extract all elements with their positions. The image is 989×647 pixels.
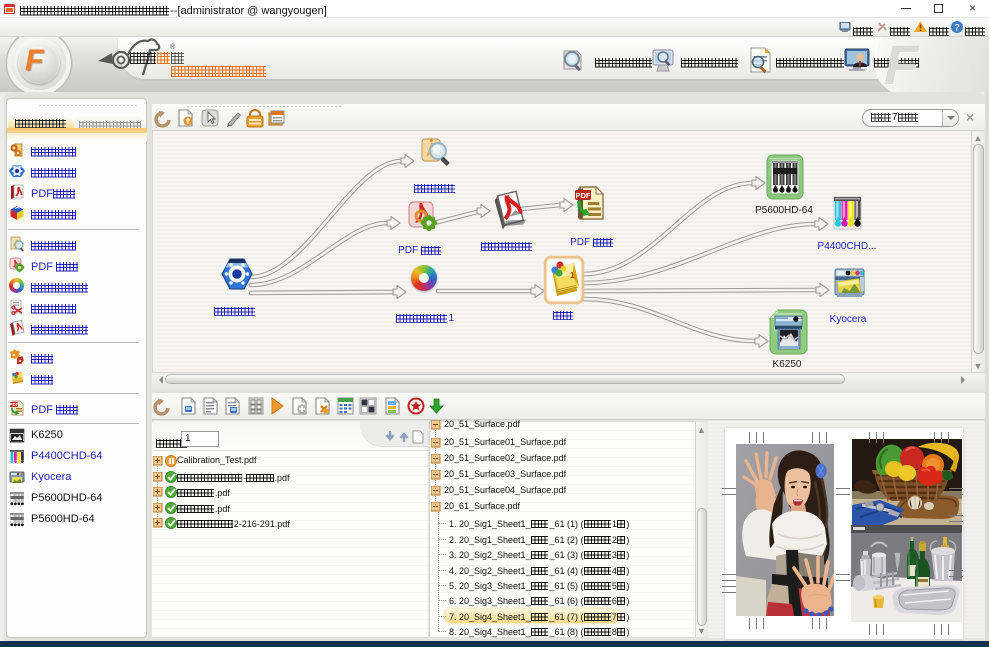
- svg-text:?: ?: [954, 23, 960, 33]
- svg-text:PDF: PDF: [576, 191, 591, 200]
- svg-text:1: 1: [570, 271, 575, 280]
- svg-text:PDF: PDF: [10, 402, 19, 407]
